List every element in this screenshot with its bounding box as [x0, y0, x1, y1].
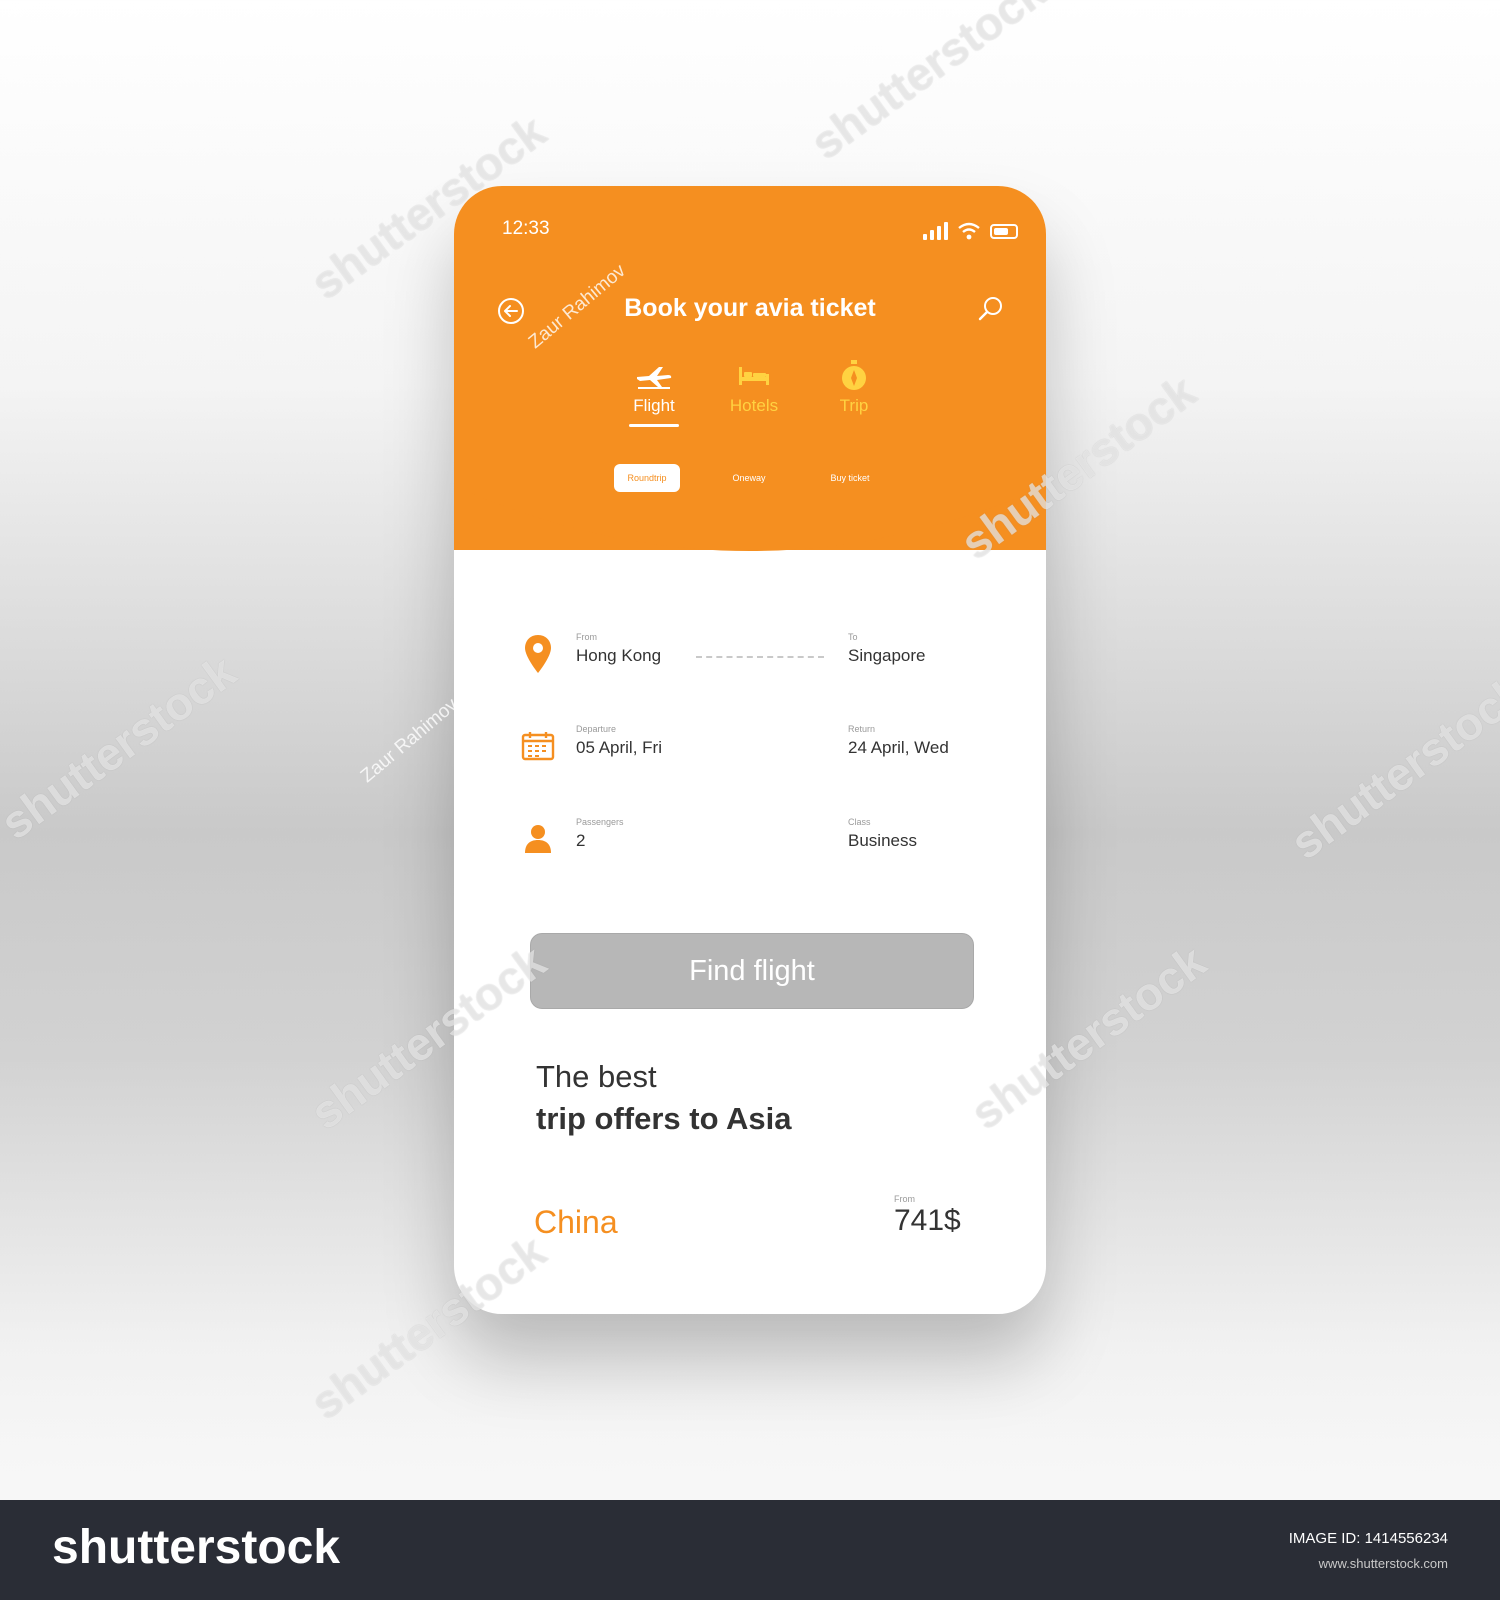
- class-field[interactable]: Class Business: [848, 817, 917, 851]
- return-label: Return: [848, 724, 876, 734]
- search-icon[interactable]: [976, 294, 1006, 324]
- signal-icon: [923, 222, 948, 240]
- offers-heading-line1: The best: [536, 1059, 657, 1094]
- stock-watermark: shutterstock: [801, 0, 1055, 170]
- author-watermark: Zaur Rahimov: [356, 694, 462, 788]
- from-label: From: [576, 632, 597, 642]
- find-flight-button[interactable]: Find flight: [530, 933, 974, 1009]
- route-divider: [696, 656, 824, 658]
- trip-type-buy-ticket[interactable]: Buy ticket: [810, 464, 890, 492]
- footer-url: www.shutterstock.com: [1318, 1556, 1448, 1571]
- tab-hotels-label: Hotels: [729, 396, 779, 415]
- to-label: To: [848, 632, 858, 642]
- bed-icon: [704, 358, 804, 394]
- route-row: From Hong Kong To Singapore: [520, 632, 990, 692]
- departure-field[interactable]: Departure 05 April, Fri: [576, 724, 662, 758]
- trip-type-oneway[interactable]: Oneway: [714, 464, 784, 492]
- passengers-field[interactable]: Passengers 2: [576, 817, 624, 851]
- to-value: Singapore: [848, 646, 926, 665]
- battery-icon: [990, 223, 1018, 239]
- footer-bar: shutterstock IMAGE ID: 1414556234 www.sh…: [0, 1500, 1500, 1600]
- trip-type-roundtrip[interactable]: Roundtrip: [614, 464, 680, 492]
- tab-flight[interactable]: Flight: [604, 358, 704, 416]
- class-value: Business: [848, 831, 917, 850]
- footer-logo: shutterstock: [52, 1521, 341, 1574]
- departure-label: Departure: [576, 724, 617, 734]
- stock-watermark: shutterstock: [0, 644, 245, 850]
- trip-type-selector: Roundtrip Oneway Buy ticket: [614, 464, 894, 492]
- footer-image-id: IMAGE ID: 1414556234: [1288, 1530, 1448, 1547]
- dates-row: Departure 05 April, Fri Return 24 April,…: [520, 724, 990, 784]
- departure-value: 05 April, Fri: [576, 738, 662, 757]
- return-value: 24 April, Wed: [848, 738, 949, 757]
- stock-watermark: shutterstock: [1281, 664, 1500, 870]
- offer-from-label: From: [894, 1194, 915, 1204]
- wifi-icon: [958, 222, 980, 240]
- tab-hotels[interactable]: Hotels: [704, 358, 804, 416]
- active-tab-indicator: [629, 424, 679, 427]
- passengers-label: Passengers: [576, 817, 624, 827]
- phone-screen: 12:33 Book your avia ticket Flight Hotel…: [454, 186, 1046, 1314]
- offer-country[interactable]: China: [534, 1204, 618, 1241]
- stock-watermark: shutterstock: [301, 1224, 555, 1430]
- airplane-icon: [604, 358, 704, 394]
- person-icon: [520, 817, 556, 861]
- passengers-value: 2: [576, 831, 586, 850]
- tab-trip[interactable]: Trip: [804, 358, 904, 416]
- return-field[interactable]: Return 24 April, Wed: [848, 724, 949, 758]
- offers-heading-line2: trip offers to Asia: [536, 1101, 792, 1136]
- to-field[interactable]: To Singapore: [848, 632, 926, 666]
- compass-icon: [804, 358, 904, 394]
- status-icons: [923, 222, 1018, 240]
- status-time: 12:33: [502, 218, 550, 239]
- offer-price: 741$: [894, 1204, 961, 1237]
- tab-trip-label: Trip: [839, 396, 869, 415]
- class-label: Class: [848, 817, 871, 827]
- page-title: Book your avia ticket: [624, 294, 876, 322]
- calendar-icon: [520, 724, 556, 768]
- from-value: Hong Kong: [576, 646, 662, 665]
- location-pin-icon: [520, 632, 556, 676]
- from-field[interactable]: From Hong Kong: [576, 632, 661, 666]
- tab-flight-label: Flight: [633, 396, 675, 415]
